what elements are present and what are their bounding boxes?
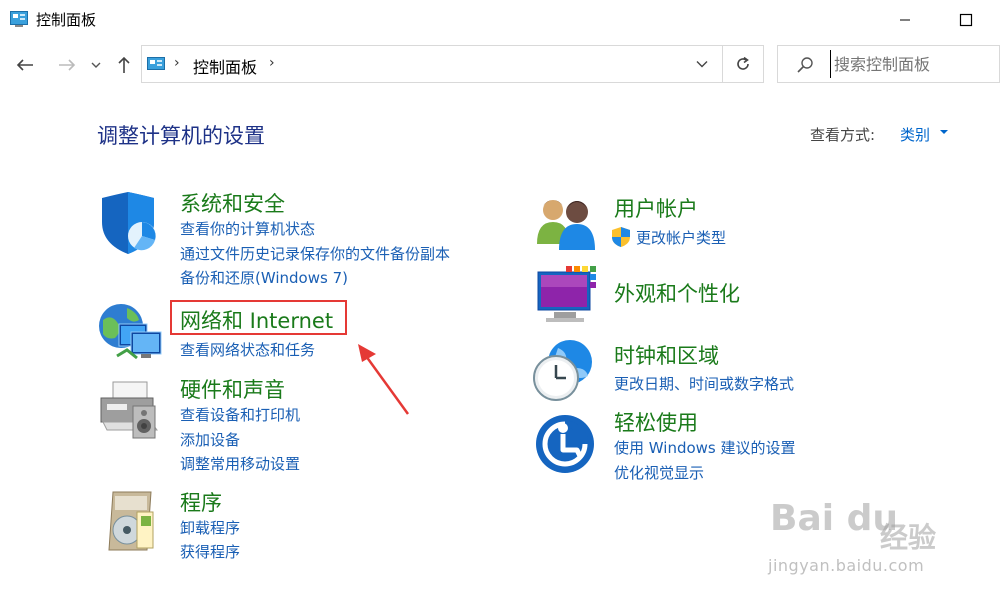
link-windows-recommended-settings[interactable]: 使用 Windows 建议的设置: [614, 437, 796, 458]
minimize-button[interactable]: [882, 0, 928, 40]
uac-shield-icon: [612, 227, 630, 247]
caret-down-icon[interactable]: [940, 130, 948, 134]
up-arrow-icon: [118, 56, 130, 73]
breadcrumb-control-panel[interactable]: 控制面板: [193, 54, 257, 78]
category-clock-region[interactable]: 时钟和区域: [614, 340, 719, 370]
breadcrumb-separator[interactable]: ›: [269, 55, 275, 71]
address-bar[interactable]: › 控制面板 ›: [141, 45, 723, 83]
up-button[interactable]: [112, 52, 136, 78]
recent-locations-button[interactable]: [88, 52, 104, 78]
maximize-button[interactable]: [943, 0, 989, 40]
link-view-computer-status[interactable]: 查看你的计算机状态: [180, 218, 315, 239]
link-uninstall-program[interactable]: 卸载程序: [180, 517, 240, 538]
link-optimize-visual-display[interactable]: 优化视觉显示: [614, 462, 704, 483]
baidu-watermark-logo: Bai du: [770, 498, 899, 539]
link-change-account-type[interactable]: 更改帐户类型: [636, 227, 726, 248]
link-backup-restore[interactable]: 备份和还原(Windows 7): [180, 267, 348, 288]
view-by-label: 查看方式:: [810, 126, 876, 144]
link-change-date-time-format[interactable]: 更改日期、时间或数字格式: [614, 373, 794, 394]
control-panel-icon: [10, 11, 28, 27]
programs-icon[interactable]: [107, 490, 157, 552]
address-history-dropdown[interactable]: [692, 54, 712, 74]
category-ease-of-access[interactable]: 轻松使用: [614, 407, 698, 437]
window-title: 控制面板: [36, 11, 97, 29]
baidu-watermark-url: jingyan.baidu.com: [768, 556, 925, 575]
search-box[interactable]: [777, 45, 1000, 83]
baidu-watermark-text: 经验: [880, 521, 937, 554]
link-network-status-tasks[interactable]: 查看网络状态和任务: [180, 339, 315, 360]
ease-of-access-icon[interactable]: [535, 414, 595, 474]
clock-globe-icon[interactable]: [532, 338, 598, 404]
back-button[interactable]: [12, 52, 38, 78]
link-get-programs[interactable]: 获得程序: [180, 541, 240, 562]
refresh-icon: [737, 56, 749, 70]
forward-arrow-icon: [59, 59, 76, 71]
link-file-history-backup[interactable]: 通过文件历史记录保存你的文件备份副本: [180, 243, 450, 264]
category-hardware-sound[interactable]: 硬件和声音: [180, 374, 285, 404]
chevron-down-icon: [696, 61, 708, 68]
back-arrow-icon: [16, 59, 33, 71]
category-appearance-personalization[interactable]: 外观和个性化: [614, 278, 740, 308]
title-bar: 控制面板: [0, 0, 1000, 40]
page-title: 调整计算机的设置: [97, 124, 265, 148]
network-globe-icon[interactable]: [97, 300, 165, 368]
navigation-bar: › 控制面板 ›: [0, 42, 1000, 88]
category-system-security[interactable]: 系统和安全: [180, 188, 285, 218]
link-devices-printers[interactable]: 查看设备和打印机: [180, 404, 300, 425]
chevron-down-icon: [91, 62, 101, 68]
shield-icon[interactable]: [98, 192, 162, 256]
refresh-button[interactable]: [723, 45, 764, 83]
user-accounts-icon[interactable]: [535, 192, 599, 252]
appearance-monitor-icon[interactable]: [536, 264, 600, 326]
search-icon: [797, 57, 813, 73]
maximize-icon: [959, 13, 973, 27]
link-mobility-settings[interactable]: 调整常用移动设置: [180, 453, 300, 474]
search-input[interactable]: [830, 50, 990, 78]
highlight-box: [170, 300, 347, 335]
minimize-icon: [900, 19, 910, 21]
control-panel-icon: [147, 57, 165, 70]
red-arrow-icon: [358, 344, 410, 415]
link-add-device[interactable]: 添加设备: [180, 429, 240, 450]
category-programs[interactable]: 程序: [180, 487, 222, 517]
printer-icon[interactable]: [97, 380, 163, 442]
forward-button[interactable]: [54, 52, 80, 78]
breadcrumb-separator[interactable]: ›: [174, 55, 180, 71]
view-by-dropdown[interactable]: 类别: [900, 124, 930, 145]
category-user-accounts[interactable]: 用户帐户: [614, 193, 698, 223]
